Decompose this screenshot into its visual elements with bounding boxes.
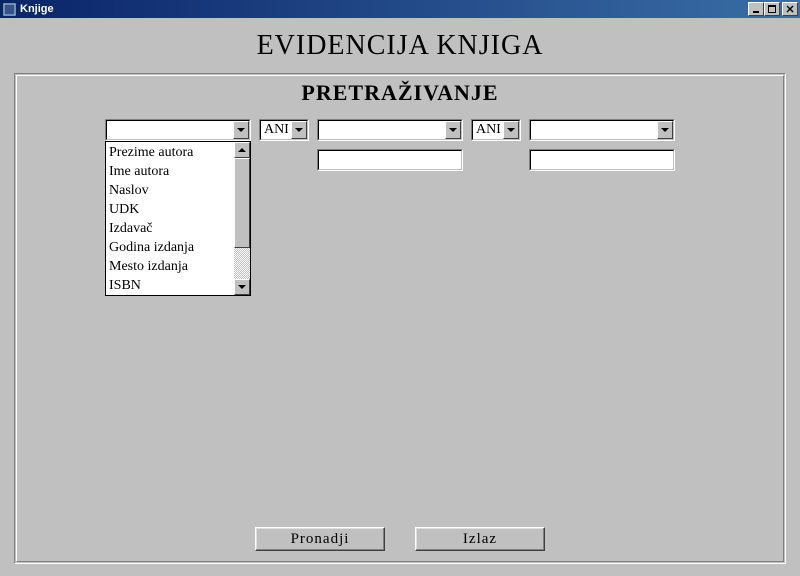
dropdown-option[interactable]: Ime autora (107, 162, 233, 181)
field1-dropdown-list[interactable]: Prezime autoraIme autoraNaslovUDKIzdavač… (105, 141, 251, 296)
dropdown-scrollbar[interactable] (234, 142, 250, 295)
field1-combo[interactable] (105, 119, 251, 141)
chevron-down-icon (237, 128, 245, 132)
operator2-combo[interactable] (471, 119, 521, 141)
window-title: Knjige (20, 3, 748, 15)
dropdown-option[interactable]: Izdavač (107, 219, 233, 238)
chevron-down-icon (507, 128, 515, 132)
search-frame: PRETRAŽIVANJE (14, 73, 786, 564)
operator1-drop-button[interactable] (291, 121, 307, 139)
scroll-up-button[interactable] (234, 142, 250, 158)
operator1-input[interactable] (261, 121, 291, 139)
title-bar: Knjige (0, 0, 800, 18)
section-title: PRETRAŽIVANJE (15, 80, 785, 106)
chevron-down-icon (661, 128, 669, 132)
chevron-up-icon (238, 148, 246, 152)
value3-textbox[interactable] (529, 149, 675, 171)
page-title: EVIDENCIJA KNJIGA (0, 30, 800, 62)
operator2-drop-button[interactable] (503, 121, 519, 139)
field1-drop-button[interactable] (233, 121, 249, 139)
dropdown-option[interactable]: Mesto izdanja (107, 257, 233, 276)
value2-textbox[interactable] (317, 149, 463, 171)
maximize-button[interactable] (764, 2, 780, 16)
window-body: EVIDENCIJA KNJIGA PRETRAŽIVANJE (0, 18, 800, 576)
app-icon (2, 2, 16, 16)
field2-combo[interactable] (317, 119, 463, 141)
dropdown-option[interactable]: ISBN (107, 276, 233, 295)
scroll-thumb[interactable] (234, 158, 250, 248)
dropdown-option[interactable]: UDK (107, 200, 233, 219)
field2-drop-button[interactable] (445, 121, 461, 139)
chevron-down-icon (449, 128, 457, 132)
operator1-combo[interactable] (259, 119, 309, 141)
value3-input[interactable] (531, 151, 673, 169)
chevron-down-icon (295, 128, 303, 132)
dropdown-option[interactable]: Prezime autora (107, 143, 233, 162)
field1-input[interactable] (107, 121, 233, 139)
field3-input[interactable] (531, 121, 657, 139)
search-button[interactable]: Pronadji (255, 527, 385, 551)
close-button[interactable] (782, 2, 798, 16)
chevron-down-icon (238, 285, 246, 289)
field3-drop-button[interactable] (657, 121, 673, 139)
operator2-input[interactable] (473, 121, 503, 139)
minimize-button[interactable] (748, 2, 764, 16)
field3-combo[interactable] (529, 119, 675, 141)
dropdown-option[interactable]: Godina izdanja (107, 238, 233, 257)
exit-button[interactable]: Izlaz (415, 527, 545, 551)
scroll-down-button[interactable] (234, 279, 250, 295)
field2-input[interactable] (319, 121, 445, 139)
dropdown-option[interactable]: Naslov (107, 181, 233, 200)
value2-input[interactable] (319, 151, 461, 169)
